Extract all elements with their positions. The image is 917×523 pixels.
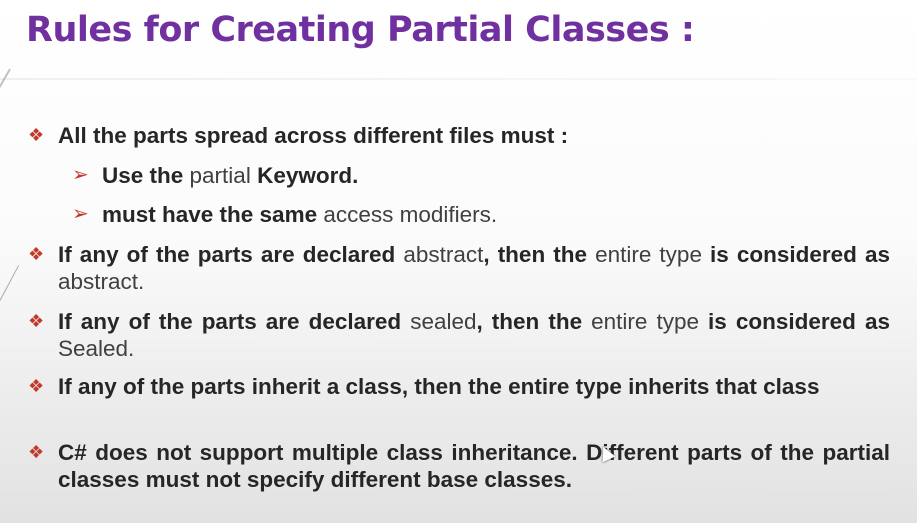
arrowhead-bullet-icon: ➢ (72, 203, 89, 225)
bullet-text: If any of the parts are declared sealed,… (58, 309, 890, 361)
diamond-bullet-icon: ❖ (28, 125, 45, 145)
bullet-text: If any of the parts inherit a class, the… (58, 374, 820, 399)
bullet-text: C# does not support multiple class inher… (58, 440, 890, 492)
decorative-line (0, 68, 11, 122)
diamond-bullet-icon: ❖ (28, 442, 45, 462)
diamond-bullet-icon: ❖ (28, 376, 45, 396)
decorative-line (0, 264, 20, 301)
diamond-bullet-icon: ❖ (28, 311, 45, 331)
diamond-bullet-icon: ❖ (28, 244, 45, 264)
title-divider (0, 78, 917, 80)
bullet-text: If any of the parts are declared abstrac… (58, 242, 890, 294)
bullet-text: All the parts spread across different fi… (58, 123, 569, 148)
sub-bullet-text: Use the partial Keyword. (102, 163, 359, 188)
slide-title: Rules for Creating Partial Classes : (26, 10, 695, 50)
arrowhead-bullet-icon: ➢ (72, 164, 89, 186)
sub-bullet-text: must have the same access modifiers. (102, 202, 498, 227)
